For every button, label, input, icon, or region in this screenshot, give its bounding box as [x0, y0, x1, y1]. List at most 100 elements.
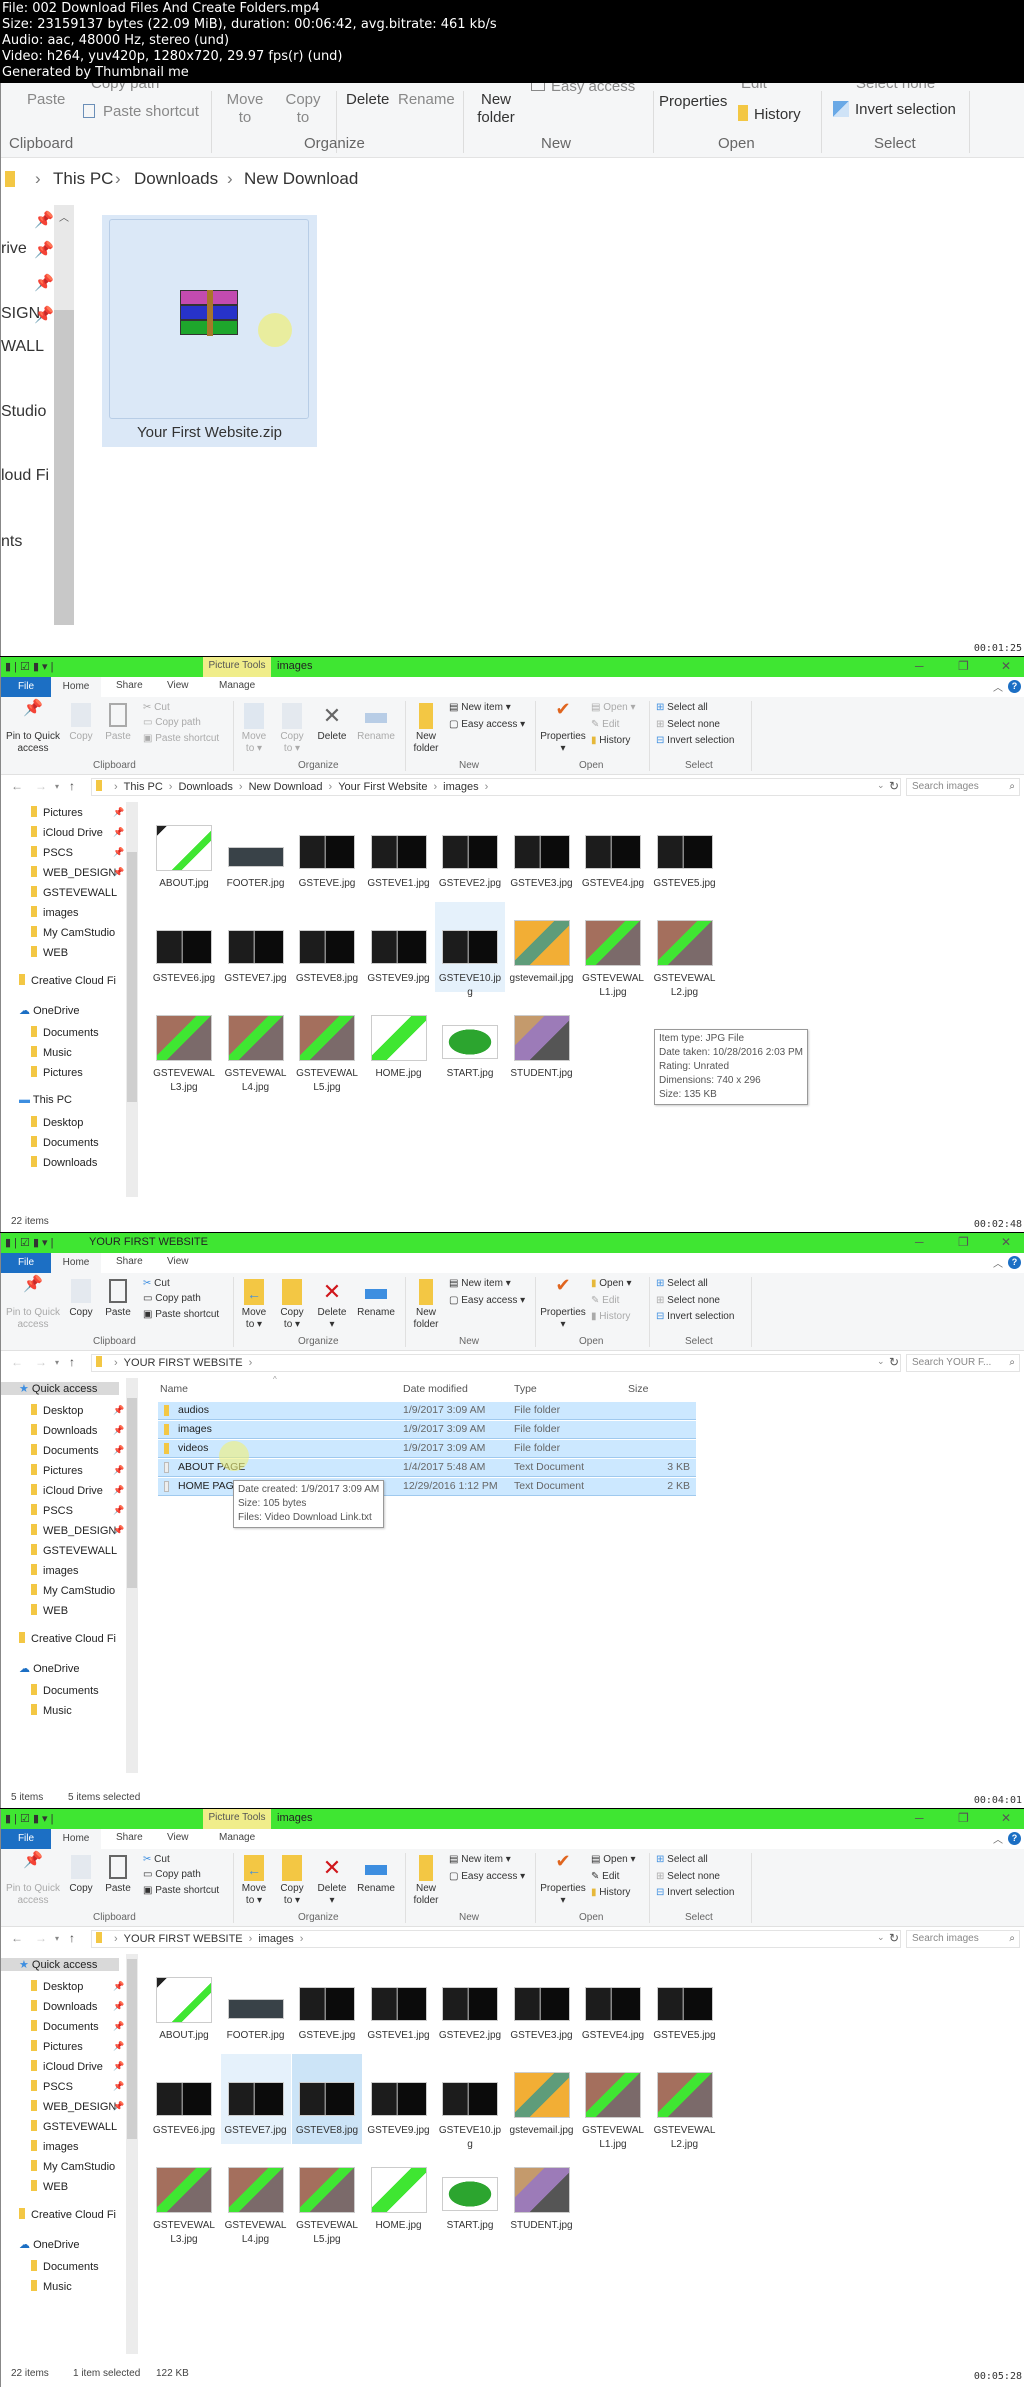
- nav-item[interactable]: PSCS: [31, 1504, 73, 1517]
- file-thumbnail[interactable]: GSTEVEWALL1.jpg: [578, 2054, 648, 2150]
- edit-button[interactable]: ✎ Edit: [591, 719, 619, 730]
- column-size[interactable]: Size: [628, 1383, 648, 1395]
- collapse-ribbon-icon[interactable]: ︿: [993, 679, 1003, 694]
- file-thumbnail[interactable]: GSTEVE5.jpg: [650, 807, 720, 897]
- nav-item[interactable]: ☁ OneDrive: [19, 1662, 80, 1675]
- file-thumbnail[interactable]: GSTEVE10.jpg: [435, 902, 505, 998]
- select-all-button[interactable]: ⊞ Select all: [656, 1854, 708, 1865]
- maximize-button[interactable]: ❐: [958, 1811, 969, 1825]
- new-folder-button[interactable]: New folder: [471, 91, 521, 127]
- close-button[interactable]: ✕: [1001, 1235, 1011, 1249]
- edit-button[interactable]: ✎ Edit: [591, 1871, 619, 1882]
- file-thumbnail[interactable]: FOOTER.jpg: [221, 807, 291, 897]
- new-item-button[interactable]: ▤ New item ▾: [449, 1854, 511, 1865]
- properties-button[interactable]: Properties: [659, 93, 727, 110]
- nav-scrollbar[interactable]: [126, 802, 138, 1197]
- close-button[interactable]: ✕: [1001, 1811, 1011, 1825]
- copy-to-button[interactable]: Copy to ▾: [277, 1279, 307, 1331]
- delete-button[interactable]: ✕ Delete ▾: [316, 1279, 348, 1331]
- close-button[interactable]: ✕: [1001, 659, 1011, 673]
- nav-item[interactable]: ☁ OneDrive: [19, 1004, 80, 1017]
- file-thumbnail[interactable]: GSTEVEWALL5.jpg: [292, 2149, 362, 2245]
- select-none-button[interactable]: ⊞ Select none: [656, 719, 720, 730]
- nav-item[interactable]: GSTEVEWALL: [31, 1544, 117, 1557]
- nav-item[interactable]: Pictures: [31, 1464, 83, 1477]
- rename-button[interactable]: Rename: [356, 703, 396, 743]
- nav-scrollbar[interactable]: [126, 1378, 138, 1773]
- nav-item[interactable]: Documents: [31, 1026, 99, 1039]
- address-dropdown[interactable]: ⌄: [877, 780, 885, 791]
- table-row[interactable]: images 1/9/2017 3:09 AM File folder: [158, 1421, 696, 1439]
- select-none-button[interactable]: Select none: [856, 83, 935, 92]
- collapse-ribbon-icon[interactable]: ︿: [993, 1255, 1003, 1270]
- nav-item[interactable]: ☁ OneDrive: [19, 2238, 80, 2251]
- scroll-up-icon[interactable]: ︿: [59, 209, 69, 224]
- collapse-ribbon-icon[interactable]: ︿: [993, 1831, 1003, 1846]
- picture-tools-tab[interactable]: Picture Tools: [203, 1809, 271, 1829]
- file-thumbnail[interactable]: GSTEVE4.jpg: [578, 1959, 648, 2049]
- breadcrumb-segment[interactable]: YOUR FIRST WEBSITE: [124, 1933, 243, 1945]
- easy-access-button[interactable]: Easy access: [531, 83, 635, 95]
- nav-item[interactable]: Creative Cloud Fi: [19, 1632, 116, 1645]
- tab-manage[interactable]: Manage: [219, 1832, 255, 1843]
- delete-button[interactable]: ✕ Delete: [316, 703, 348, 743]
- nav-item[interactable]: iCloud Drive: [31, 2060, 103, 2073]
- file-thumbnail[interactable]: GSTEVE1.jpg: [364, 807, 434, 897]
- nav-item[interactable]: ★ Quick access: [1, 1958, 119, 1971]
- rename-button[interactable]: Rename: [356, 1279, 396, 1319]
- nav-item[interactable]: ★ Quick access: [1, 1382, 119, 1395]
- new-item-button[interactable]: ▤ New item ▾: [449, 1278, 511, 1289]
- search-box[interactable]: Search images ⌕: [906, 1930, 1020, 1948]
- nav-item[interactable]: WEB: [31, 2180, 68, 2193]
- tab-view[interactable]: View: [167, 680, 189, 691]
- nav-item[interactable]: Desktop: [31, 1980, 83, 1993]
- nav-item[interactable]: Creative Cloud Fi: [19, 974, 116, 987]
- rename-button[interactable]: Rename: [356, 1855, 396, 1895]
- nav-item[interactable]: Studio: [1, 403, 46, 421]
- minimize-button[interactable]: ─: [915, 659, 924, 673]
- nav-item[interactable]: ▬ This PC: [19, 1094, 72, 1106]
- copy-button[interactable]: Copy: [67, 1855, 95, 1895]
- file-thumbnail[interactable]: GSTEVE3.jpg: [507, 1959, 577, 2049]
- nav-item[interactable]: WEB: [31, 1604, 68, 1617]
- nav-item[interactable]: Music: [31, 2280, 72, 2293]
- copy-path-button[interactable]: ▭ Copy path: [143, 717, 201, 728]
- file-thumbnail[interactable]: GSTEVEWALL4.jpg: [221, 2149, 291, 2245]
- file-thumbnail[interactable]: GSTEVE1.jpg: [364, 1959, 434, 2049]
- tab-view[interactable]: View: [167, 1256, 189, 1267]
- column-type[interactable]: Type: [514, 1383, 537, 1395]
- address-path[interactable]: › YOUR FIRST WEBSITE ›: [91, 1354, 901, 1372]
- nav-item[interactable]: Desktop: [31, 1404, 83, 1417]
- cut-button[interactable]: ✂ Cut: [143, 1278, 170, 1289]
- maximize-button[interactable]: ❐: [958, 659, 969, 673]
- nav-scrollbar[interactable]: [126, 1954, 138, 2354]
- file-thumbnail[interactable]: GSTEVEWALL5.jpg: [292, 997, 362, 1093]
- select-all-button[interactable]: ⊞ Select all: [656, 1278, 708, 1289]
- file-thumbnail[interactable]: gstevemail.jpg: [507, 2054, 577, 2144]
- pin-quick-access-button[interactable]: 📌 Pin to Quick access: [5, 1853, 61, 1907]
- history-button[interactable]: History: [738, 105, 801, 123]
- invert-selection-button[interactable]: Invert selection: [833, 101, 956, 118]
- paste-shortcut-button[interactable]: ▣ Paste shortcut: [143, 1885, 219, 1896]
- file-thumbnail[interactable]: FOOTER.jpg: [221, 1959, 291, 2049]
- history-button[interactable]: ▮ History: [591, 1311, 630, 1322]
- quick-access-toolbar[interactable]: ▮ | ☑ ▮ ▾ |: [5, 1236, 54, 1249]
- quick-access-toolbar[interactable]: ▮ | ☑ ▮ ▾ |: [5, 1812, 54, 1825]
- nav-item[interactable]: WEB_DESIGN: [31, 866, 116, 879]
- file-tile-zip[interactable]: Your First Website.zip: [102, 215, 317, 447]
- nav-item[interactable]: Downloads: [31, 1156, 97, 1169]
- nav-item[interactable]: GSTEVEWALL: [31, 886, 117, 899]
- refresh-button[interactable]: ↻: [889, 1931, 899, 1945]
- nav-item[interactable]: images: [31, 906, 78, 919]
- copy-button[interactable]: Copy: [67, 1279, 95, 1319]
- address-path[interactable]: › YOUR FIRST WEBSITE › images ›: [91, 1930, 901, 1948]
- nav-item[interactable]: Documents: [31, 2020, 99, 2033]
- file-thumbnail[interactable]: START.jpg: [435, 997, 505, 1087]
- nav-item[interactable]: Music: [31, 1704, 72, 1717]
- file-thumbnail[interactable]: GSTEVE3.jpg: [507, 807, 577, 897]
- nav-item[interactable]: My CamStudio: [31, 2160, 115, 2173]
- file-thumbnail[interactable]: GSTEVE.jpg: [292, 807, 362, 897]
- nav-item[interactable]: Documents: [31, 1136, 99, 1149]
- back-button[interactable]: ←: [11, 1931, 23, 1945]
- file-thumbnail[interactable]: GSTEVE9.jpg: [364, 2054, 434, 2144]
